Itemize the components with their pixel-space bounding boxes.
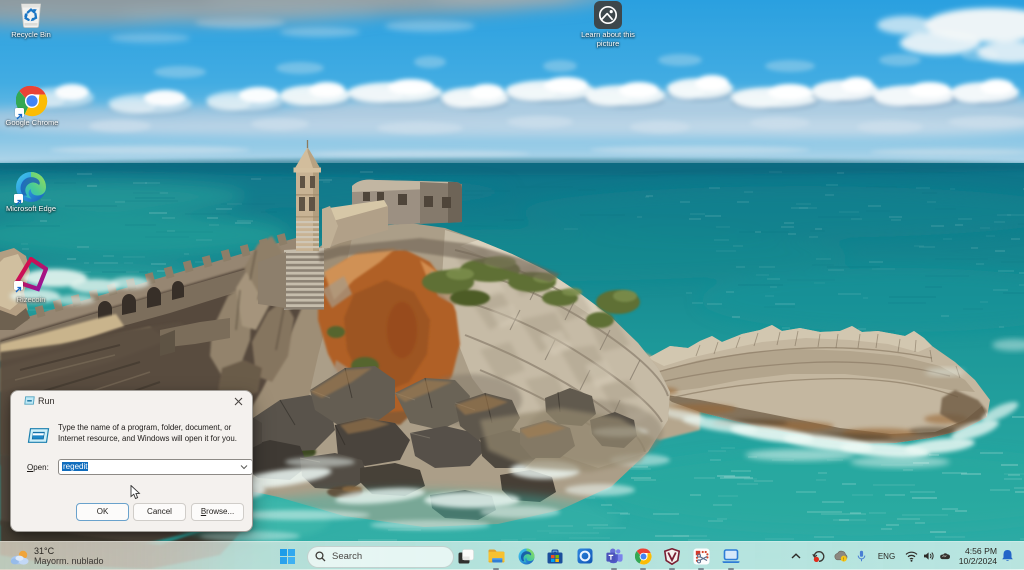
svg-text:!: !	[843, 556, 844, 561]
